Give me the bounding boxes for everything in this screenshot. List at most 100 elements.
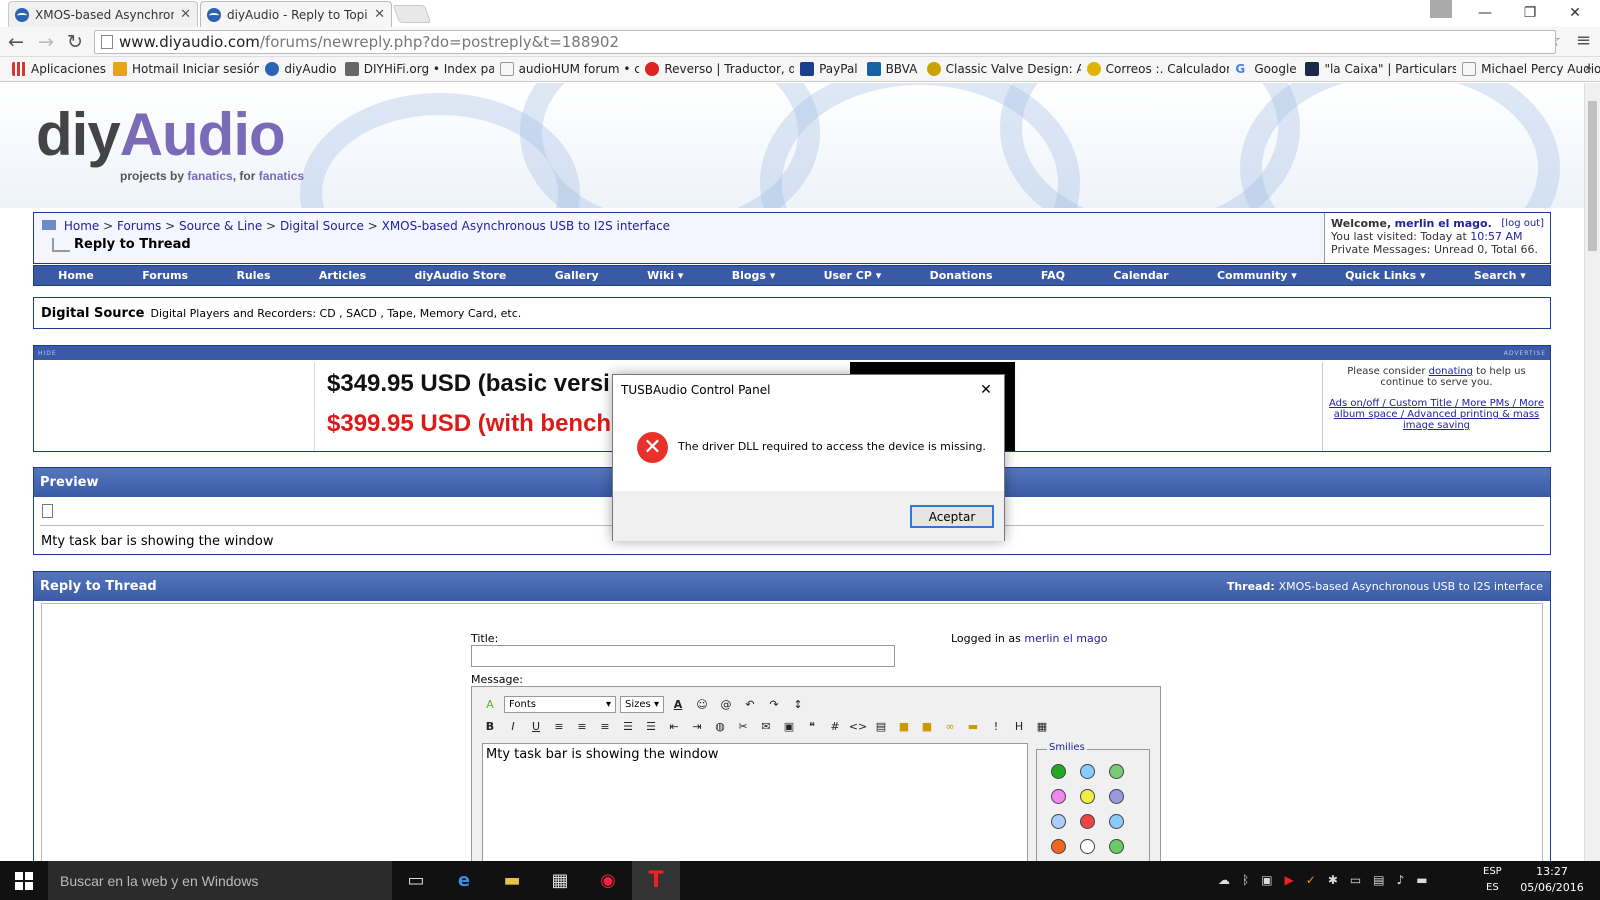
ordered-list-icon[interactable]: ☰	[618, 717, 638, 735]
email-icon[interactable]: ✉	[756, 717, 776, 735]
edge-icon[interactable]: e	[440, 861, 488, 900]
breadcrumb-thread[interactable]: XMOS-based Asynchronous USB to I2S inter…	[382, 219, 670, 233]
bookmark-diyhifi[interactable]: DIYHiFi.org • Index pa	[339, 62, 494, 76]
pm-count[interactable]: Unread 0, Total 66.	[1434, 243, 1538, 256]
advertise-link[interactable]: ADVERTISE	[1504, 350, 1546, 357]
address-bar[interactable]: www.diyaudio.com/forums/newreply.php?do=…	[94, 30, 1556, 54]
breadcrumb-source-line[interactable]: Source & Line	[179, 219, 262, 233]
breadcrumb-home[interactable]: Home	[64, 219, 99, 233]
menu-articles[interactable]: Articles	[319, 269, 366, 282]
undo-icon[interactable]: ↶	[740, 695, 760, 713]
extra-icon-4[interactable]: ▬	[963, 717, 983, 735]
chrome-icon[interactable]: ◉	[584, 861, 632, 900]
smiley-icon[interactable]	[1051, 839, 1066, 854]
smiley-icon[interactable]	[1051, 789, 1066, 804]
tray-network-icon[interactable]: ▤	[1373, 873, 1384, 887]
bookmark-google[interactable]: G Google	[1229, 62, 1299, 76]
logout-link[interactable]: [log out]	[1501, 217, 1544, 230]
attachment-icon[interactable]: @	[716, 695, 736, 713]
tray-app-icon[interactable]: ▣	[1261, 873, 1272, 887]
t-app-icon[interactable]: T	[632, 861, 680, 900]
task-view-icon[interactable]: ▭	[392, 861, 440, 900]
breadcrumb-forums[interactable]: Forums	[117, 219, 161, 233]
dialog-close-button[interactable]: ✕	[971, 379, 1001, 401]
outdent-icon[interactable]: ⇤	[664, 717, 684, 735]
smiley-icon[interactable]	[1080, 814, 1095, 829]
smiley-icon[interactable]	[1109, 764, 1124, 779]
italic-icon[interactable]: I	[503, 717, 523, 735]
logged-user-link[interactable]: merlin el mago	[1024, 632, 1107, 645]
reload-icon[interactable]: ↻	[63, 30, 87, 54]
underline-icon[interactable]: U	[526, 717, 546, 735]
bookmark-correos[interactable]: Correos :. Calculador	[1081, 62, 1229, 76]
smiley-insert-icon[interactable]: ☺	[692, 695, 712, 713]
bookmark-hotmail[interactable]: Hotmail Iniciar sesión	[107, 62, 259, 76]
redo-icon[interactable]: ↷	[764, 695, 784, 713]
menu-community[interactable]: Community ▾	[1217, 269, 1297, 282]
clock[interactable]: 13:27 05/06/2016	[1517, 864, 1587, 896]
tab-xmos[interactable]: XMOS-based Asynchrono ✕	[8, 1, 198, 27]
donating-link[interactable]: donating	[1429, 366, 1473, 377]
forward-arrow-icon[interactable]: →	[34, 30, 58, 54]
menu-wiki[interactable]: Wiki ▾	[647, 269, 683, 282]
forum-name[interactable]: Digital Source	[41, 306, 144, 321]
minimize-button[interactable]: —	[1463, 0, 1507, 26]
bookmarks-overflow-icon[interactable]: »	[1585, 61, 1592, 75]
bookmark-michael-percy[interactable]: Michael Percy Audio	[1456, 62, 1600, 76]
menu-donations[interactable]: Donations	[930, 269, 993, 282]
link-icon[interactable]: ◍	[710, 717, 730, 735]
menu-gallery[interactable]: Gallery	[555, 269, 599, 282]
menu-rules[interactable]: Rules	[236, 269, 270, 282]
bookmark-classic-valve[interactable]: Classic Valve Design: A	[921, 62, 1081, 76]
username-link[interactable]: merlin el mago.	[1395, 217, 1492, 230]
message-textarea[interactable]: Mty task bar is showing the window	[482, 743, 1028, 861]
menu-home[interactable]: Home	[58, 269, 94, 282]
menu-faq[interactable]: FAQ	[1041, 269, 1065, 282]
volume-icon[interactable]: ♪	[1397, 873, 1405, 887]
menu-calendar[interactable]: Calendar	[1113, 269, 1168, 282]
file-explorer-icon[interactable]: ▬	[488, 861, 536, 900]
align-center-icon[interactable]: ≡	[572, 717, 592, 735]
smiley-icon[interactable]	[1051, 814, 1066, 829]
tray-check-icon[interactable]: ✓	[1306, 873, 1316, 887]
ad-options-links[interactable]: Ads on/off / Custom Title / More PMs / M…	[1329, 398, 1544, 431]
bookmark-apps[interactable]: Aplicaciones	[6, 62, 107, 76]
tab-close-icon[interactable]: ✕	[374, 7, 385, 22]
tray-monitor-icon[interactable]: ▭	[1350, 873, 1361, 887]
extra-icon-3[interactable]: ∞	[940, 717, 960, 735]
thread-link[interactable]: XMOS-based Asynchronous USB to I2S inter…	[1279, 580, 1543, 593]
restore-button[interactable]: ❐	[1508, 0, 1552, 26]
smiley-icon[interactable]	[1109, 839, 1124, 854]
image-icon[interactable]: ▣	[779, 717, 799, 735]
bold-icon[interactable]: B	[480, 717, 500, 735]
hide-ad-link[interactable]: HIDE	[38, 350, 57, 357]
text-color-icon[interactable]: A	[668, 695, 688, 713]
new-tab-button[interactable]	[392, 5, 432, 23]
ok-button[interactable]: Aceptar	[910, 505, 994, 528]
start-button[interactable]	[0, 861, 48, 900]
menu-store[interactable]: diyAudio Store	[414, 269, 506, 282]
unordered-list-icon[interactable]: ☰	[641, 717, 661, 735]
tab-reply[interactable]: diyAudio - Reply to Topic ✕	[200, 1, 392, 27]
back-arrow-icon[interactable]: ←	[4, 30, 28, 54]
menu-icon[interactable]: ≡	[1576, 30, 1591, 51]
tray-gear-icon[interactable]: ✱	[1328, 873, 1338, 887]
bookmark-bbva[interactable]: BBVA	[861, 62, 921, 76]
bookmark-lacaixa[interactable]: "la Caixa" | Particulars	[1299, 62, 1456, 76]
switch-mode-icon[interactable]: A	[480, 695, 500, 713]
spoiler-icon[interactable]: H	[1009, 717, 1029, 735]
font-select[interactable]: Fonts ▾	[504, 695, 616, 713]
size-select[interactable]: Sizes ▾	[620, 695, 664, 713]
page-scrollbar[interactable]	[1584, 83, 1600, 861]
extra-icon-1[interactable]: ■	[894, 717, 914, 735]
cloud-icon[interactable]: ☁	[1218, 873, 1230, 887]
profile-icon[interactable]	[1430, 0, 1452, 18]
menu-user-cp[interactable]: User CP ▾	[824, 269, 882, 282]
html-icon[interactable]: <>	[848, 717, 868, 735]
code-icon[interactable]: #	[825, 717, 845, 735]
exclamation-icon[interactable]: !	[986, 717, 1006, 735]
indent-icon[interactable]: ⇥	[687, 717, 707, 735]
site-logo[interactable]: diyAudio	[36, 105, 286, 165]
smiley-icon[interactable]	[1080, 839, 1095, 854]
menu-search[interactable]: Search ▾	[1474, 269, 1526, 282]
